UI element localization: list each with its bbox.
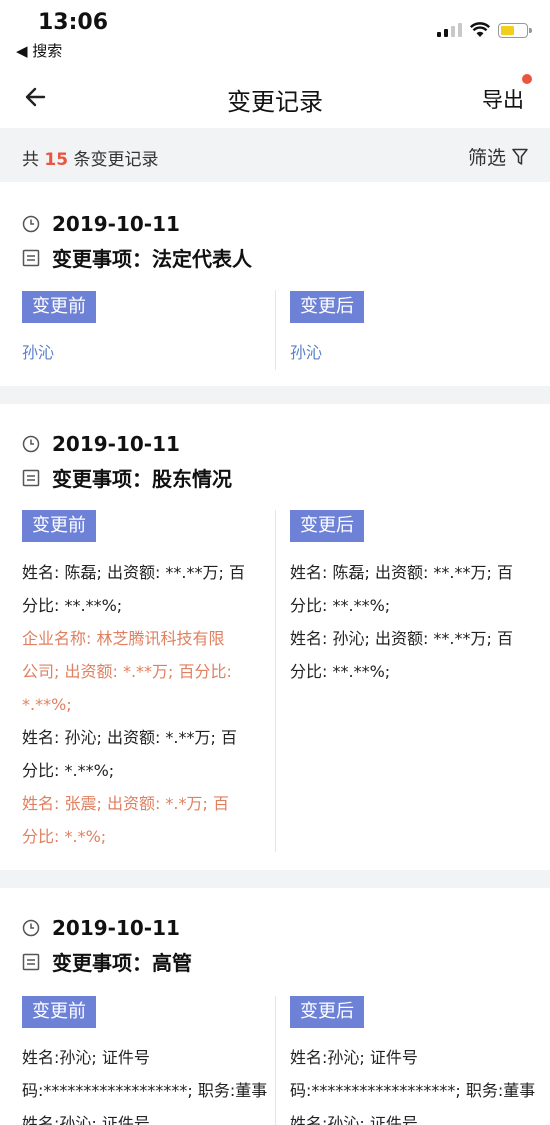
after-link-person[interactable]: 孙沁 [290,336,530,369]
column-divider [275,996,276,1125]
record-item-row: 变更事项：股东情况 [22,463,232,492]
column-divider [275,510,276,852]
after-content: 姓名: 陈磊; 出资额: **.**万; 百 分比: **.**%; 姓名: 孙… [290,556,535,688]
section-divider [0,386,550,404]
summary-bar: 共 15 条变更记录 筛选 [0,128,550,182]
after-line: 姓名:孙沁; 证件号 [290,1048,418,1067]
document-icon [22,249,40,266]
export-button[interactable]: 导出 [482,84,524,114]
record-date: 2019-10-11 [52,432,180,456]
clock-icon [22,919,40,937]
record-date-row: 2019-10-11 [22,212,180,236]
clock-icon [22,215,40,233]
filter-label: 筛选 [467,147,506,169]
filter-button[interactable]: 筛选 [468,143,528,170]
after-line: 姓名: 陈磊; 出资额: **.**万; 百 [290,563,513,582]
status-time: 13:06 [38,10,109,35]
before-line-highlight: 姓名: 张震; 出资额: *.*万; 百 [22,794,229,813]
before-tag: 变更前 [22,291,96,323]
before-content: 姓名: 陈磊; 出资额: **.**万; 百 分比: **.**%; 企业名称:… [22,556,267,853]
before-line-highlight: 分比: *.*%; [22,827,107,846]
before-line: 姓名:孙沁; 证件号 [22,1114,150,1125]
after-content: 孙沁 [290,336,530,369]
record-item-title: 变更事项：股东情况 [52,467,232,491]
count-prefix: 共 [22,150,39,170]
record-item-title: 变更事项：高管 [52,951,192,975]
record-item-title: 变更事项：法定代表人 [52,247,252,271]
filter-funnel-icon [512,148,528,165]
after-line: 分比: **.**%; [290,596,391,615]
before-tag: 变更前 [22,510,96,542]
nav-bar: 变更记录 导出 [0,70,550,128]
wifi-icon [470,22,490,37]
after-content: 姓名:孙沁; 证件号 码:******************; 职务:董事 姓… [290,1041,540,1125]
document-icon [22,469,40,486]
before-line-highlight: 公司; 出资额: *.**万; 百分比: [22,662,232,681]
column-divider [275,290,276,370]
record-date-row: 2019-10-11 [22,916,180,940]
before-line: 分比: **.**%; [22,596,123,615]
after-line: 分比: **.**%; [290,662,391,681]
before-tag: 变更前 [22,996,96,1028]
change-record: 2019-10-11 变更事项：法定代表人 变更前 变更后 孙沁 孙沁 [0,182,550,386]
record-count: 15 [44,150,69,170]
record-item-row: 变更事项：高管 [22,947,192,976]
before-line-highlight: *.**%; [22,695,72,714]
before-link-person[interactable]: 孙沁 [22,336,262,369]
before-line: 码:******************; 职务:董事 [22,1081,268,1100]
record-item-row: 变更事项：法定代表人 [22,243,252,272]
count-suffix: 条变更记录 [73,150,159,170]
record-date-row: 2019-10-11 [22,432,180,456]
before-line: 分比: *.**%; [22,761,115,780]
after-line: 码:******************; 职务:董事 [290,1081,536,1100]
page-title: 变更记录 [227,88,323,116]
section-divider [0,870,550,888]
clock-icon [22,435,40,453]
after-line: 姓名:孙沁; 证件号 [290,1114,418,1125]
before-content: 姓名:孙沁; 证件号 码:******************; 职务:董事 姓… [22,1041,272,1125]
after-tag: 变更后 [290,510,364,542]
before-line: 姓名: 陈磊; 出资额: **.**万; 百 [22,563,245,582]
change-record: 2019-10-11 变更事项：高管 变更前 变更后 姓名:孙沁; 证件号 码:… [0,888,550,1125]
battery-icon [498,22,532,38]
before-line: 姓名:孙沁; 证件号 [22,1048,150,1067]
status-icons [437,22,532,38]
after-tag: 变更后 [290,291,364,323]
after-line: 姓名: 孙沁; 出资额: **.**万; 百 [290,629,513,648]
cellular-signal-icon [437,23,462,37]
after-tag: 变更后 [290,996,364,1028]
before-content: 孙沁 [22,336,262,369]
status-back-to-search[interactable]: ◀ 搜索 [16,40,62,61]
status-bar: 13:06 ◀ 搜索 [0,0,550,70]
record-count-text: 共 15 条变更记录 [22,145,158,170]
change-record: 2019-10-11 变更事项：股东情况 变更前 变更后 姓名: 陈磊; 出资额… [0,404,550,870]
document-icon [22,953,40,970]
record-date: 2019-10-11 [52,212,180,236]
notification-dot [522,74,532,84]
before-line-highlight: 企业名称: 林芝腾讯科技有限 [22,629,225,648]
before-line: 姓名: 孙沁; 出资额: *.**万; 百 [22,728,237,747]
record-date: 2019-10-11 [52,916,180,940]
